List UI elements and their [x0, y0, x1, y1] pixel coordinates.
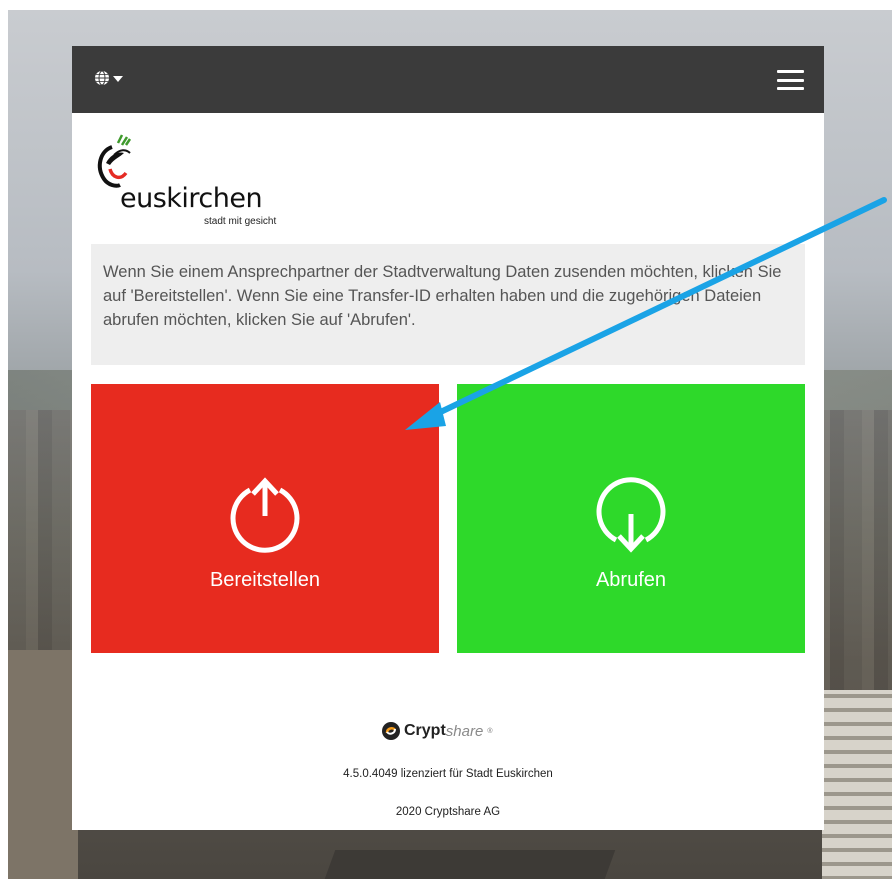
- hamburger-menu-icon[interactable]: [777, 70, 804, 90]
- copyright-text: 2020 Cryptshare AG: [395, 806, 501, 818]
- version-text: 4.5.0.4049 lizenziert für Stadt Euskirch…: [343, 768, 553, 780]
- upload-power-icon: [230, 477, 300, 553]
- brand-bold: Crypt: [404, 722, 446, 739]
- provide-tile-button[interactable]: Bereitstellen: [91, 384, 439, 653]
- download-power-icon: [596, 477, 666, 553]
- globe-icon: [95, 70, 109, 86]
- chevron-down-icon: [113, 76, 123, 82]
- cryptshare-logo: Crypt share ®: [382, 722, 492, 740]
- brand-registered-mark: ®: [487, 727, 493, 735]
- logo-tagline: stadt mit gesicht: [204, 216, 277, 227]
- retrieve-label: Abrufen: [595, 569, 667, 591]
- info-text-box: Wenn Sie einem Ansprechpartner der Stadt…: [91, 244, 805, 365]
- language-selector[interactable]: [94, 70, 123, 86]
- logo-wordmark: euskirchen: [120, 183, 263, 214]
- euskirchen-logo: euskirchen stadt mit gesicht: [90, 133, 300, 228]
- retrieve-tile-button[interactable]: Abrufen: [457, 384, 805, 653]
- brand-light: share: [445, 722, 484, 740]
- top-navbar: [72, 46, 824, 113]
- main-panel: euskirchen stadt mit gesicht Wenn Sie ei…: [72, 46, 824, 830]
- provide-label: Bereitstellen: [209, 569, 321, 591]
- cryptshare-mark-icon: [382, 722, 400, 740]
